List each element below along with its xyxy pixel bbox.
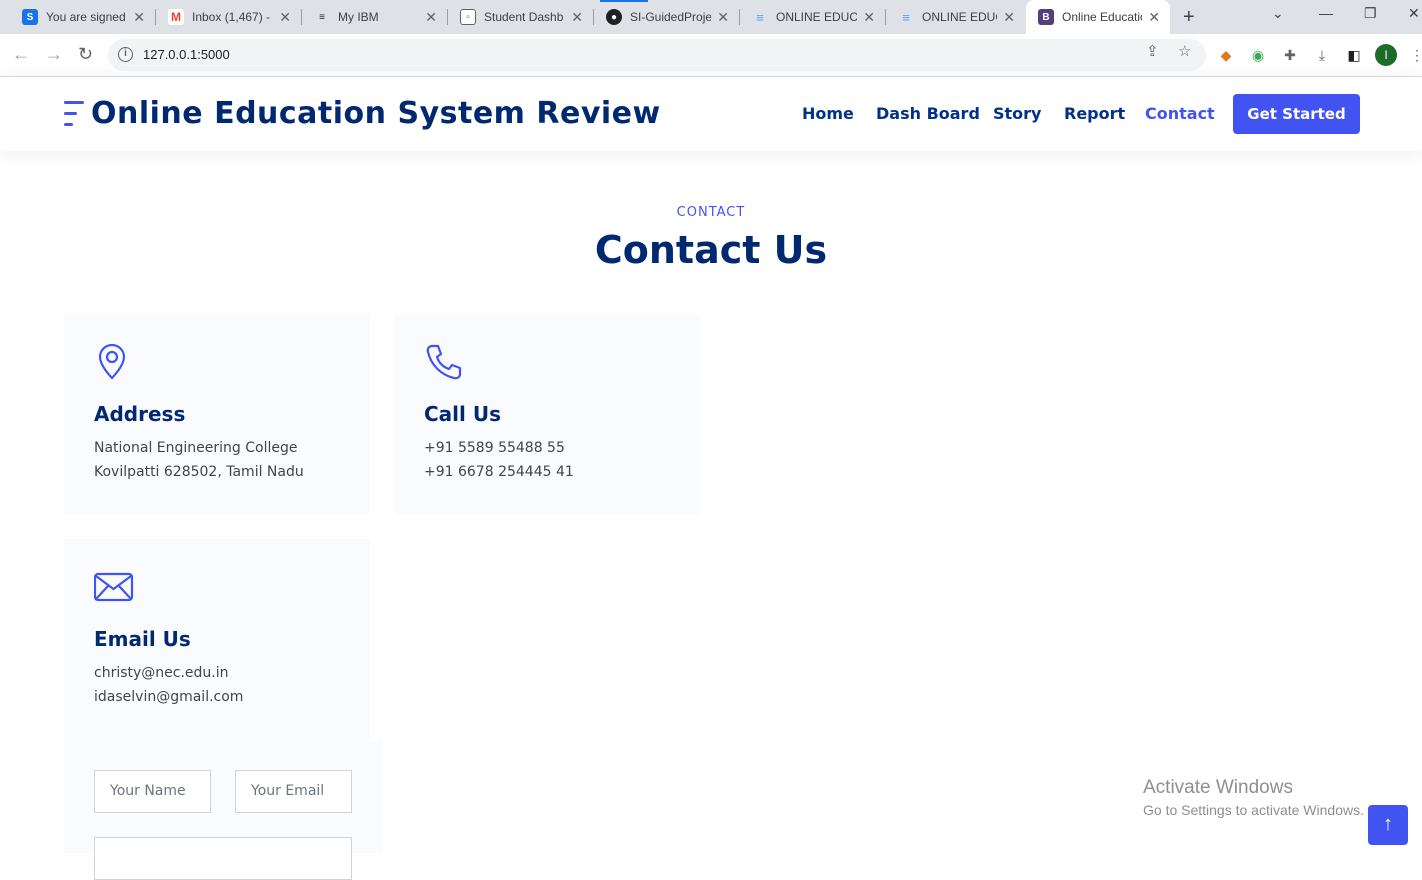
metamask-icon[interactable]: ◆ (1217, 46, 1235, 64)
download-icon[interactable]: ⤓ (1313, 46, 1331, 64)
get-started-button[interactable]: Get Started (1233, 94, 1360, 134)
back-icon[interactable]: ← (12, 44, 30, 65)
forward-icon[interactable]: → (45, 44, 63, 65)
email-input[interactable]: Your Email (235, 770, 352, 813)
ibm-icon: ≡ (319, 11, 325, 23)
tab-close-icon[interactable]: ✕ (1148, 9, 1160, 26)
address-card: Address National Engineering College Kov… (64, 314, 370, 514)
tab-title: You are signed (46, 10, 126, 24)
tab-close-icon[interactable]: ✕ (133, 9, 145, 26)
address-bar[interactable]: i 127.0.0.1:5000 (108, 39, 1206, 71)
site-header: Online Education System Review Home Dash… (0, 77, 1422, 151)
activate-windows-title: Activate Windows (1143, 777, 1293, 798)
document-icon: ▫ (460, 9, 476, 25)
tab-title: ONLINE EDUCA (776, 10, 858, 24)
call-heading: Call Us (424, 402, 501, 426)
browser-tab[interactable]: ● SI-GuidedProje ✕ (594, 0, 739, 34)
phone-number: +91 6678 254445 41 (424, 464, 574, 480)
browser-tab[interactable]: S You are signed ✕ (10, 0, 155, 34)
browser-tab[interactable]: ≡ My IBM ✕ (302, 0, 447, 34)
nav-report[interactable]: Report (1064, 104, 1125, 123)
tab-title: My IBM (338, 10, 379, 24)
address-heading: Address (94, 402, 186, 426)
browser-tab-strip: S You are signed ✕ M Inbox (1,467) - ✕ ≡… (0, 0, 1422, 34)
section-kicker: CONTACT (676, 205, 746, 220)
browser-tab[interactable]: ≡ ONLINE EDUCA ✕ (740, 0, 885, 34)
tab-title: Student Dashb (484, 10, 564, 24)
extensions-puzzle-icon[interactable]: ✚ (1281, 46, 1299, 64)
contact-form: Your Name Your Email (64, 741, 382, 880)
nav-home[interactable]: Home (802, 104, 854, 123)
browser-menu-icon[interactable]: ⋮ (1408, 46, 1422, 64)
tab-title: Online Educatio (1062, 10, 1143, 24)
phone-number: +91 5589 55488 55 (424, 440, 565, 456)
address-line: Kovilpatti 628502, Tamil Nadu (94, 464, 304, 480)
map-pin-icon (98, 343, 126, 380)
tab-close-icon[interactable]: ✕ (571, 9, 583, 26)
share-icon[interactable]: ⇪ (1146, 42, 1159, 60)
activate-windows-subtitle: Go to Settings to activate Windows. (1143, 802, 1364, 818)
tab-close-icon[interactable]: ✕ (1003, 9, 1015, 26)
browser-tab[interactable]: ≡ ONLINE EDUCA ✕ (886, 0, 1025, 34)
email-address: idaselvin@gmail.com (94, 689, 244, 705)
browser-tab[interactable]: M Inbox (1,467) - ✕ (156, 0, 301, 34)
bookmark-star-icon[interactable]: ☆ (1178, 42, 1191, 60)
tab-search-icon[interactable]: ⌄ (1272, 5, 1284, 22)
new-tab-icon[interactable]: + (1183, 6, 1195, 29)
tab-close-icon[interactable]: ✕ (425, 9, 437, 26)
tab-favicon-icon: S (22, 9, 38, 25)
call-card: Call Us +91 5589 55488 55 +91 6678 25444… (394, 314, 700, 514)
tab-close-icon[interactable]: ✕ (863, 9, 875, 26)
envelope-icon (94, 572, 134, 602)
name-input[interactable]: Your Name (94, 770, 211, 813)
site-info-icon[interactable]: i (118, 47, 133, 62)
nav-dashboard[interactable]: Dash Board (876, 104, 980, 123)
restore-icon[interactable]: ❐ (1364, 5, 1377, 22)
email-address: christy@nec.edu.in (94, 665, 229, 681)
bootstrap-icon: B (1038, 9, 1054, 25)
brand-name[interactable]: Online Education System Review (91, 96, 661, 131)
arrow-up-icon: ↑ (1383, 813, 1393, 835)
profile-avatar[interactable]: I (1375, 44, 1397, 66)
subject-input[interactable] (94, 837, 352, 880)
tab-title: ONLINE EDUCA (922, 10, 997, 24)
site-logo-icon: ≡ (902, 9, 910, 25)
reload-icon[interactable]: ↻ (78, 44, 93, 65)
email-heading: Email Us (94, 627, 191, 651)
close-window-icon[interactable]: ✕ (1408, 5, 1420, 22)
back-to-top-button[interactable]: ↑ (1368, 805, 1408, 845)
browser-tab-active[interactable]: B Online Educatio ✕ (1026, 0, 1170, 34)
url-text[interactable]: 127.0.0.1:5000 (143, 47, 230, 62)
site-logo-icon: ≡ (756, 9, 764, 25)
tab-close-icon[interactable]: ✕ (279, 9, 291, 26)
phone-icon (426, 344, 462, 380)
tab-close-icon[interactable]: ✕ (717, 9, 729, 26)
gmail-icon: M (168, 9, 184, 25)
minimize-icon[interactable]: — (1319, 5, 1333, 21)
github-icon: ● (606, 9, 622, 25)
nav-contact[interactable]: Contact (1145, 104, 1215, 123)
section-title: Contact Us (594, 228, 828, 272)
browser-tab[interactable]: ▫ Student Dashb ✕ (448, 0, 593, 34)
browser-toolbar: ← → ↻ i 127.0.0.1:5000 ⇪ ☆ ◆ ◉ ✚ ⤓ ◧ I ⋮ (0, 34, 1422, 77)
extension-robot-icon[interactable]: ◉ (1249, 46, 1267, 64)
tab-title: Inbox (1,467) - (192, 10, 271, 24)
email-card: Email Us christy@nec.edu.in idaselvin@gm… (64, 539, 370, 741)
side-panel-icon[interactable]: ◧ (1345, 46, 1363, 64)
address-line: National Engineering College (94, 440, 298, 456)
brand-logo-icon[interactable] (64, 101, 84, 127)
nav-story[interactable]: Story (993, 104, 1041, 123)
tab-title: SI-GuidedProje (630, 10, 712, 24)
